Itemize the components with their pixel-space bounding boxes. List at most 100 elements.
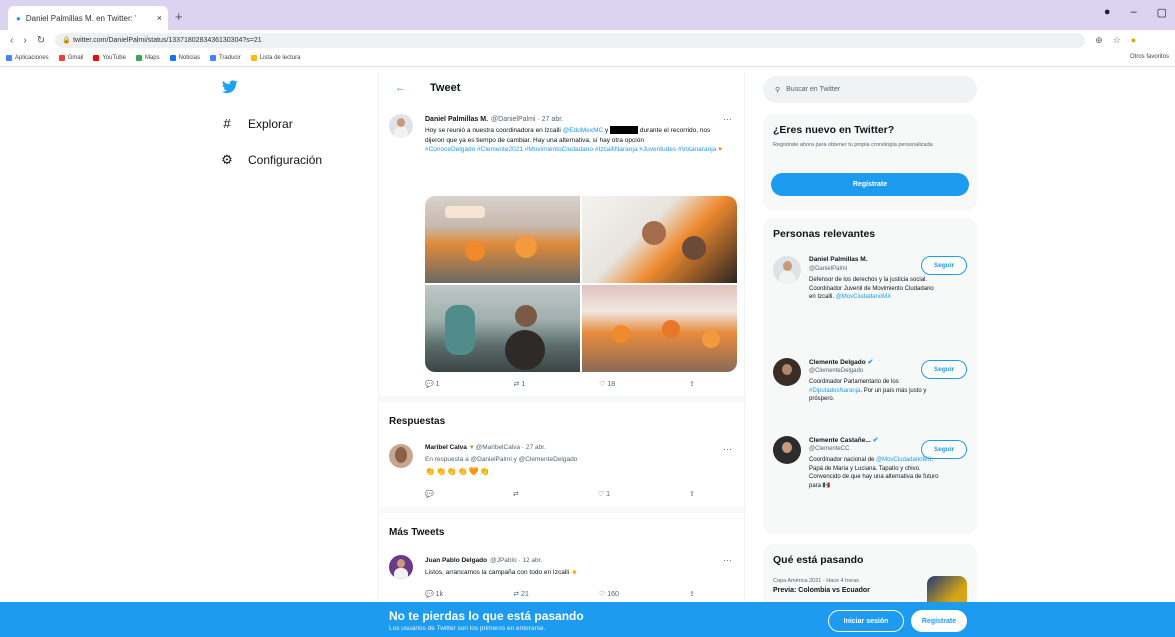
translate-icon[interactable]: ⊕	[1095, 35, 1103, 46]
news-icon	[169, 55, 176, 61]
login-button[interactable]: Iniciar sesión	[828, 610, 904, 632]
other-bookmarks[interactable]: Otros favoritos	[1130, 54, 1169, 60]
bookmark-item[interactable]: Maps	[135, 55, 160, 61]
person-handle: @ClementeCC	[809, 446, 850, 452]
close-tab-icon[interactable]: ×	[157, 13, 162, 23]
trend-meta: Copa América 2021 · Hace 4 horas	[773, 578, 859, 584]
reply-author-name: Maribel Calva	[425, 444, 467, 451]
back-icon[interactable]: ‹	[10, 35, 13, 46]
reply-action[interactable]: 💬 1k	[425, 590, 443, 598]
follow-button[interactable]: Seguir	[921, 360, 967, 379]
banner-subtitle: Los usuarios de Twitter son los primeros…	[389, 625, 546, 632]
minimize-icon[interactable]: –	[1130, 6, 1136, 19]
reply-author-avatar[interactable]	[389, 444, 413, 468]
address-text: twitter.com/DanielPalmi/status/133718028…	[73, 36, 262, 44]
bookmark-item[interactable]: Aplicaciones	[6, 55, 49, 61]
person-avatar	[773, 436, 801, 464]
share-action[interactable]: ⇪	[689, 590, 695, 598]
apps-icon	[6, 55, 12, 61]
search-input[interactable]: ⚲ Buscar en Twitter	[763, 76, 977, 103]
reply-icon: 💬	[425, 491, 434, 498]
more-tweet-author[interactable]: Juan Pablo Delgado @JPablo · 12 abr.	[425, 557, 542, 564]
more-tweet-text: Listos, arrancamos la campaña con todo e…	[425, 569, 578, 576]
bookmark-item[interactable]: Noticias	[169, 55, 200, 61]
retweet-action[interactable]: ⇄ 1	[514, 380, 526, 388]
relevant-title: Personas relevantes	[773, 228, 876, 240]
reply-action[interactable]: 💬	[425, 490, 434, 498]
share-action[interactable]: ⇪	[689, 380, 695, 388]
share-icon: ⇪	[689, 591, 695, 598]
mention-link[interactable]: @EdoMexMC	[563, 127, 604, 134]
retweet-icon: ⇄	[512, 491, 519, 498]
reload-icon[interactable]: ↻	[37, 35, 45, 46]
like-action[interactable]: ♡ 160	[599, 590, 619, 598]
profile-avatar-icon[interactable]: ●	[1131, 35, 1136, 46]
more-tweets-title: Más Tweets	[389, 527, 445, 538]
bookmark-item[interactable]: Lista de lectura	[250, 55, 300, 61]
browser-nav: ‹ › ↻	[10, 35, 45, 46]
share-icon: ⇪	[689, 381, 695, 388]
nav-settings[interactable]: ⚙ Configuración	[220, 152, 322, 168]
follow-button[interactable]: Seguir	[921, 256, 967, 275]
twitter-logo-icon[interactable]	[222, 80, 238, 94]
trending-title: Qué está pasando	[773, 554, 864, 566]
page-title: Tweet	[430, 82, 461, 94]
tweet-photo[interactable]	[582, 196, 737, 283]
browser-tab[interactable]: ● Daniel Palmillas M. en Twitter: "Hoy s…	[8, 6, 168, 30]
login-banner: No te pierdas lo que está pasando Los us…	[0, 602, 1175, 637]
divider	[379, 396, 746, 402]
tweet-author-avatar[interactable]	[389, 114, 413, 138]
nav-explore[interactable]: # Explorar	[220, 116, 292, 131]
retweet-action[interactable]: ⇄	[513, 490, 519, 498]
reply-handle-time: @MaribelCalva · 27 abr.	[475, 444, 546, 451]
address-bar[interactable]: 🔒 twitter.com/DanielPalmi/status/1337180…	[55, 32, 1086, 48]
main-column: ← Tweet Daniel Palmillas M. @DanielPalmi …	[378, 72, 746, 637]
share-action[interactable]: ⇪	[689, 490, 695, 498]
like-action[interactable]: ♡ 18	[599, 380, 615, 388]
verified-badge-icon: ✔	[867, 359, 874, 366]
author-handle-time: @DanielPalmi · 27 abr.	[491, 116, 564, 123]
hashtag-icon: #	[223, 116, 231, 131]
maximize-icon[interactable]: ▢	[1157, 6, 1167, 19]
star-icon[interactable]: ☆	[1113, 35, 1121, 46]
gear-icon: ⚙	[221, 152, 233, 167]
back-arrow-icon[interactable]: ←	[395, 82, 406, 94]
trend-headline[interactable]: Previa: Colombia vs Ecuador	[773, 587, 913, 594]
tweet-media-grid	[425, 196, 737, 372]
reply-more-icon[interactable]: ···	[723, 444, 732, 454]
bookmark-item[interactable]: Traducir	[209, 55, 241, 61]
reply-icon: 💬	[425, 381, 434, 388]
bookmark-item[interactable]: YouTube	[93, 55, 126, 61]
new-to-twitter-card: ¿Eres nuevo en Twitter? Regístrate ahora…	[763, 114, 977, 210]
more-options-icon[interactable]: ···	[723, 114, 732, 124]
person-bio: Defensor de los derechos y la justicia s…	[809, 277, 934, 300]
forward-icon[interactable]: ›	[23, 35, 26, 46]
banner-signup-button[interactable]: Regístrate	[911, 610, 967, 632]
new-card-title: ¿Eres nuevo en Twitter?	[773, 124, 895, 136]
more-tweet-more-icon[interactable]: ···	[723, 555, 732, 565]
tweet-photo[interactable]	[425, 285, 580, 372]
hashtag-links[interactable]: #ConoceDelgado #Clemente2021 #Movimiento…	[425, 146, 716, 153]
tweet-photo[interactable]	[425, 196, 580, 283]
redacted-block	[610, 126, 639, 135]
person-name: Clemente Delgado ✔	[809, 359, 874, 366]
relevant-people-card: Personas relevantes Daniel Palmillas M. …	[763, 218, 977, 534]
heart-icon: ♡	[597, 491, 605, 498]
person-bio: Coordinador nacional de @MovCiudadanoMX.…	[809, 457, 939, 489]
tweet-author[interactable]: Daniel Palmillas M. @DanielPalmi · 27 abr…	[425, 116, 563, 123]
person-handle: @ClementeDelgado	[809, 368, 864, 374]
reading-list-icon	[250, 55, 257, 61]
signup-button[interactable]: Regístrate	[771, 173, 969, 196]
more-tweet-author-avatar[interactable]	[389, 555, 413, 579]
reply-author[interactable]: Maribel Calva ♥ @MaribelCalva · 27 abr.	[425, 444, 546, 451]
reply-action[interactable]: 💬 1	[425, 380, 440, 388]
like-action[interactable]: ♡ 1	[598, 490, 610, 498]
extension-icons: ⊕ ☆ ●	[1095, 35, 1136, 46]
profile-dot-icon[interactable]: ●	[1104, 6, 1111, 19]
person-name: Daniel Palmillas M.	[809, 256, 868, 263]
tweet-header: ← Tweet	[379, 72, 746, 104]
bookmark-item[interactable]: Gmail	[58, 55, 83, 61]
tweet-photo[interactable]	[582, 285, 737, 372]
new-tab-button[interactable]: +	[175, 9, 183, 24]
retweet-action[interactable]: ⇄ 21	[513, 590, 529, 598]
